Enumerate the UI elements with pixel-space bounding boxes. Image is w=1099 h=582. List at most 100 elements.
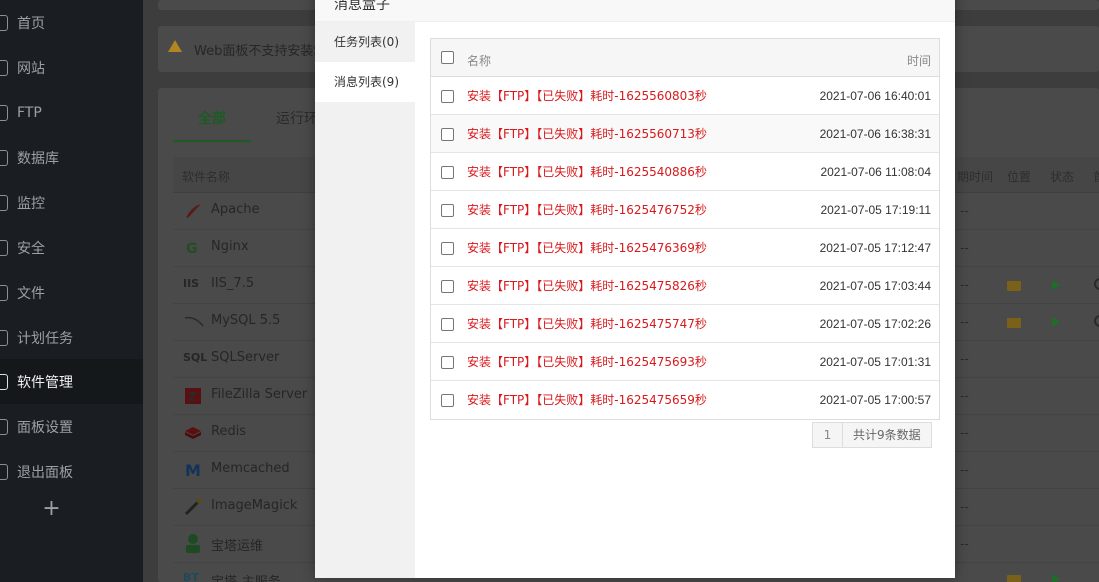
sidebar: 首页 网站 FTP 数据库 监控 安全 文件 计划任务 软件管理 面板设置 退出…: [0, 0, 143, 582]
tab-runtime[interactable]: 运行环: [276, 108, 318, 128]
table-row: 安装【FTP】【已失败】耗时-1625476752秒 2021-07-05 17…: [431, 191, 939, 229]
software-name: ImageMagick: [211, 498, 298, 513]
table-row: 安装【FTP】【已失败】耗时-1625540886秒 2021-07-06 11…: [431, 153, 939, 191]
message-table: 名称 时间 安装【FTP】【已失败】耗时-1625560803秒 2021-07…: [430, 38, 940, 420]
software-name: Nginx: [211, 239, 249, 254]
message-table-header: 名称 时间: [431, 39, 939, 77]
row-checkbox[interactable]: [441, 128, 454, 141]
imagemagick-wand-icon: [183, 497, 203, 517]
play-icon[interactable]: [1052, 574, 1060, 582]
tab-task-list[interactable]: 任务列表(0): [315, 22, 415, 62]
add-plus-icon[interactable]: +: [0, 496, 103, 521]
message-text: 安装【FTP】【已失败】耗时-1625476369秒: [467, 241, 707, 255]
message-text: 安装【FTP】【已失败】耗时-1625540886秒: [467, 165, 707, 179]
expire-value: --: [960, 241, 969, 255]
sidebar-item-database[interactable]: 数据库: [0, 135, 143, 180]
sidebar-item-label: 退出面板: [17, 464, 73, 481]
message-text: 安装【FTP】【已失败】耗时-1625476752秒: [467, 203, 707, 217]
row-checkbox[interactable]: [441, 280, 454, 293]
play-icon[interactable]: [1052, 280, 1060, 290]
message-time: 2021-07-06 11:08:04: [820, 165, 931, 179]
software-name: Apache: [211, 202, 260, 217]
expire-value: --: [960, 426, 969, 440]
table-row: 安装【FTP】【已失败】耗时-1625475693秒 2021-07-05 17…: [431, 343, 939, 381]
settings-icon[interactable]: [1094, 278, 1099, 290]
row-checkbox[interactable]: [441, 394, 454, 407]
message-time: 2021-07-05 17:12:47: [819, 241, 931, 255]
shield-icon: [0, 239, 8, 256]
tab-all[interactable]: 全部: [198, 108, 226, 128]
expire-value: --: [960, 204, 969, 218]
col-time: 时间: [906, 54, 931, 68]
expire-value: --: [960, 463, 969, 477]
message-time: 2021-07-05 17:00:57: [819, 393, 931, 407]
redis-icon: [183, 423, 203, 443]
col-expire: 期时间: [957, 170, 994, 184]
monitor-icon: [0, 194, 8, 211]
sidebar-item-security[interactable]: 安全: [0, 225, 143, 270]
row-checkbox[interactable]: [441, 242, 454, 255]
software-name: MySQL 5.5: [211, 313, 281, 328]
sidebar-item-cron[interactable]: 计划任务: [0, 315, 143, 360]
expire-value: --: [960, 352, 969, 366]
sidebar-item-label: 数据库: [17, 150, 59, 167]
home-icon: [0, 14, 8, 31]
tab-underline: [173, 140, 251, 142]
software-name: IIS_7.5: [211, 276, 255, 291]
logout-icon: [0, 463, 8, 480]
message-text: 安装【FTP】【已失败】耗时-1625475693秒: [467, 355, 707, 369]
sidebar-item-home[interactable]: 首页: [0, 0, 143, 45]
row-checkbox[interactable]: [441, 166, 454, 179]
software-name: SQLServer: [211, 350, 280, 365]
folder-icon: [0, 284, 8, 301]
globe-icon: [0, 59, 8, 76]
message-box-dialog: 消息盒子 任务列表(0) 消息列表(9) 名称 时间 安装【FTP】【已失败】耗…: [315, 0, 955, 578]
message-time: 2021-07-05 17:19:11: [820, 203, 931, 217]
table-row: 安装【FTP】【已失败】耗时-1625560713秒 2021-07-06 16…: [431, 115, 939, 153]
play-icon[interactable]: [1052, 317, 1060, 327]
dialog-titlebar: 消息盒子: [315, 0, 955, 22]
total-count: 共计9条数据: [843, 423, 931, 447]
sidebar-item-label: 首页: [17, 15, 45, 32]
nginx-icon: G: [183, 238, 203, 258]
filezilla-icon: Z: [183, 386, 203, 406]
message-time: 2021-07-06 16:38:31: [819, 127, 931, 141]
sidebar-item-logout[interactable]: 退出面板: [0, 449, 143, 494]
select-all-checkbox[interactable]: [441, 51, 454, 64]
folder-icon[interactable]: [1007, 575, 1021, 582]
sidebar-item-label: 文件: [17, 285, 45, 302]
bt-ops-icon: [183, 533, 203, 553]
page-number-button[interactable]: 1: [813, 423, 843, 447]
sidebar-item-settings[interactable]: 面板设置: [0, 404, 143, 449]
sidebar-item-monitor[interactable]: 监控: [0, 180, 143, 225]
sidebar-item-ftp[interactable]: FTP: [0, 90, 143, 135]
row-checkbox[interactable]: [441, 204, 454, 217]
software-name: Redis: [211, 424, 247, 439]
software-name: FileZilla Server: [211, 387, 308, 402]
message-text: 安装【FTP】【已失败】耗时-1625475826秒: [467, 279, 707, 293]
expire-value: --: [960, 278, 969, 292]
folder-icon[interactable]: [1007, 281, 1021, 291]
sidebar-item-software[interactable]: 软件管理: [0, 359, 143, 404]
settings-icon: [0, 418, 8, 435]
iis-icon: IIS: [183, 277, 200, 290]
tab-message-list[interactable]: 消息列表(9): [315, 62, 415, 102]
folder-icon[interactable]: [1007, 318, 1021, 328]
expire-value: --: [960, 500, 969, 514]
settings-icon[interactable]: [1094, 315, 1099, 327]
sidebar-item-website[interactable]: 网站: [0, 45, 143, 90]
sidebar-item-label: 监控: [17, 195, 45, 212]
row-checkbox[interactable]: [441, 356, 454, 369]
sql-icon: SQL: [183, 351, 208, 364]
expire-value: --: [960, 315, 969, 329]
memcached-icon: M: [183, 460, 203, 480]
sidebar-item-files[interactable]: 文件: [0, 270, 143, 315]
row-checkbox[interactable]: [441, 90, 454, 103]
sidebar-item-label: 计划任务: [17, 330, 73, 347]
table-row: 安装【FTP】【已失败】耗时-1625475747秒 2021-07-05 17…: [431, 305, 939, 343]
col-name: 名称: [467, 54, 492, 68]
dialog-title: 消息盒子: [334, 0, 390, 13]
row-checkbox[interactable]: [441, 318, 454, 331]
mysql-dolphin-icon: [183, 312, 204, 332]
bt-icon: BT: [183, 571, 199, 582]
